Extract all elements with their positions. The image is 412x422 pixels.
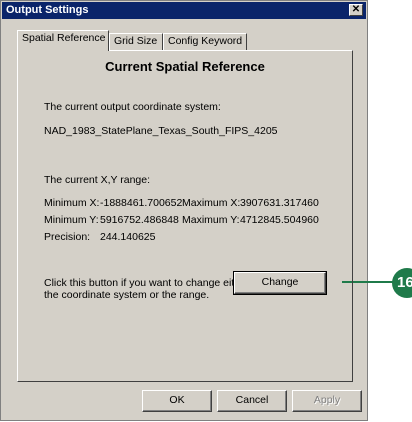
- change-hint-line-2: the coordinate system or the range.: [44, 289, 210, 301]
- change-button[interactable]: Change: [233, 271, 327, 295]
- step-callout-badge: 16: [392, 268, 412, 298]
- change-hint-line-1: Click this button if you want to change …: [44, 277, 250, 289]
- min-y-value: 5916752.486848: [100, 214, 179, 226]
- max-y-value: 4712845.504960: [240, 214, 319, 226]
- cancel-button[interactable]: Cancel: [217, 390, 287, 412]
- title-bar[interactable]: Output Settings ✕: [2, 2, 366, 19]
- coord-system-value: NAD_1983_StatePlane_Texas_South_FIPS_420…: [44, 125, 278, 137]
- close-icon[interactable]: ✕: [349, 4, 363, 16]
- coord-system-label: The current output coordinate system:: [44, 101, 221, 113]
- apply-button[interactable]: Apply: [292, 390, 362, 412]
- window-title: Output Settings: [6, 4, 89, 16]
- tab-config-keyword[interactable]: Config Keyword: [163, 33, 247, 50]
- max-x-value: 3907631.317460: [240, 197, 319, 209]
- spatial-reference-panel: Current Spatial Reference The current ou…: [17, 50, 353, 382]
- tab-grid-size[interactable]: Grid Size: [109, 33, 163, 50]
- precision-label: Precision:: [44, 231, 91, 243]
- ok-button[interactable]: OK: [142, 390, 212, 412]
- tab-spatial-reference[interactable]: Spatial Reference: [17, 30, 109, 51]
- precision-value: 244.140625: [100, 231, 156, 243]
- min-x-label: Minimum X:: [44, 197, 100, 209]
- min-x-value: -1888461.700652: [100, 197, 183, 209]
- min-y-label: Minimum Y:: [44, 214, 99, 226]
- panel-heading: Current Spatial Reference: [105, 59, 265, 74]
- max-y-label: Maximum Y:: [182, 214, 240, 226]
- output-settings-dialog: Output Settings ✕ Spatial Reference Grid…: [0, 0, 368, 421]
- max-x-label: Maximum X:: [182, 197, 241, 209]
- xy-range-label: The current X,Y range:: [44, 174, 151, 186]
